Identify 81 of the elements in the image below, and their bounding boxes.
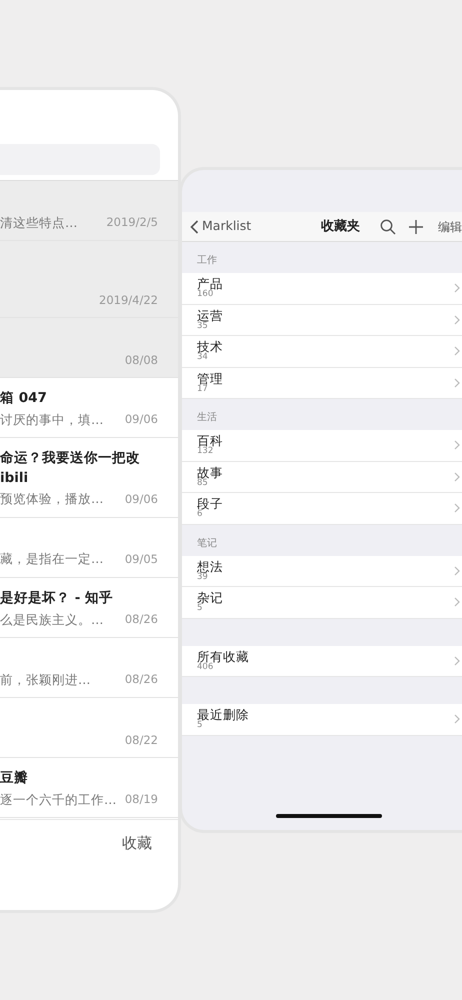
tab-label[interactable]: 收藏 bbox=[122, 832, 152, 854]
article-date: 09/06 bbox=[124, 411, 158, 428]
folder-count: 132 bbox=[197, 447, 214, 456]
article-date: 2019/4/22 bbox=[99, 292, 158, 309]
folder-row[interactable]: 运营 35 bbox=[182, 304, 462, 336]
folder-name: 段子 bbox=[197, 497, 223, 510]
folder-count: 34 bbox=[197, 353, 208, 362]
folder-row[interactable]: 百科 132 bbox=[182, 430, 462, 462]
article-date: 09/06 bbox=[124, 491, 158, 508]
folder-row[interactable]: 杂记 5 bbox=[182, 587, 462, 618]
folder-name: 百科 bbox=[197, 434, 223, 448]
article-date: 08/19 bbox=[124, 791, 158, 808]
chevron-icon bbox=[454, 314, 460, 325]
folder-name: 故事 bbox=[197, 466, 223, 479]
folder-row[interactable]: 产品 160 bbox=[182, 273, 462, 304]
article-summary: 预览体验，播放… bbox=[0, 490, 104, 508]
chevron-icon bbox=[454, 346, 460, 356]
folder-count: 5 bbox=[197, 604, 202, 614]
folder-count: 5 bbox=[197, 721, 202, 730]
back-button[interactable]: Marklist bbox=[190, 217, 252, 236]
folder-count: 6 bbox=[197, 510, 202, 520]
article-date: 09/05 bbox=[124, 551, 158, 568]
article-date: 2019/2/5 bbox=[106, 214, 158, 232]
article-summary: 清这些特点… bbox=[0, 214, 78, 232]
chevron-icon bbox=[454, 714, 460, 724]
article-title: 是好是坏？ - 知乎 bbox=[0, 588, 114, 608]
article-row[interactable]: 清这些特点… 2019/2/5 bbox=[0, 181, 178, 242]
section-header: 工作 bbox=[196, 254, 218, 268]
screen-title: 收藏夹 bbox=[321, 218, 360, 236]
folder-row[interactable]: 最近删除 5 bbox=[182, 704, 462, 736]
folder-name: 管理 bbox=[197, 372, 223, 385]
folder-count: 406 bbox=[197, 662, 214, 672]
chevron-icon bbox=[454, 503, 460, 514]
article-title: 豆瓣 bbox=[0, 769, 29, 788]
article-date: 08/26 bbox=[124, 671, 158, 688]
folder-name: 想法 bbox=[197, 560, 223, 573]
chevron-icon bbox=[454, 440, 460, 450]
article-row[interactable]: 箱 047 讨厌的事中，填… 09/06 bbox=[0, 378, 178, 438]
folder-row[interactable]: 技术 34 bbox=[182, 336, 462, 368]
folder-name: 运营 bbox=[197, 308, 223, 322]
folder-count: 85 bbox=[197, 478, 208, 488]
article-summary: 讨厌的事中，填… bbox=[0, 410, 104, 429]
section-header: 笔记 bbox=[196, 536, 218, 550]
article-row[interactable]: 是好是坏？ - 知乎 么是民族主义。… 08/26 bbox=[0, 578, 178, 638]
article-row[interactable]: 豆瓣 逐一个六千的工作… 08/19 bbox=[0, 758, 178, 818]
chevron-icon bbox=[454, 378, 460, 388]
folder-row[interactable]: 管理 17 bbox=[182, 368, 462, 399]
folder-count: 17 bbox=[197, 384, 208, 394]
folder-count: 35 bbox=[197, 322, 208, 331]
article-title: ibili bbox=[0, 468, 30, 488]
article-row[interactable]: 藏，是指在一定… 09/05 bbox=[0, 518, 178, 578]
section-header: 生活 bbox=[196, 410, 218, 425]
article-summary: 么是民族主义。… bbox=[0, 610, 104, 628]
article-date: 08/22 bbox=[124, 732, 158, 750]
article-title: 命运？我要送你一把改 bbox=[0, 449, 141, 468]
chevron-icon bbox=[454, 656, 460, 666]
folder-row[interactable]: 想法 39 bbox=[182, 556, 462, 587]
article-row[interactable]: 前，张颖刚进… 08/26 bbox=[0, 638, 178, 698]
article-summary: 逐一个六千的工作… bbox=[0, 790, 116, 809]
chevron-icon bbox=[454, 597, 460, 608]
chevron-icon bbox=[454, 472, 460, 482]
folder-count: 160 bbox=[197, 290, 214, 300]
folder-row[interactable]: 段子 6 bbox=[182, 493, 462, 524]
folder-count: 39 bbox=[197, 572, 208, 582]
folder-name: 杂记 bbox=[197, 591, 223, 604]
edit-button[interactable]: 编辑 bbox=[432, 218, 462, 236]
back-chevron-icon bbox=[190, 220, 199, 234]
folder-name: 技术 bbox=[197, 340, 223, 354]
folder-name: 所有收藏 bbox=[197, 650, 249, 663]
folder-name: 最近删除 bbox=[197, 708, 249, 722]
article-date: 08/08 bbox=[124, 352, 158, 370]
article-row[interactable]: 命运？我要送你一把改 ibili 预览体验，播放… 09/06 bbox=[0, 438, 178, 518]
folder-row[interactable]: 所有收藏 406 bbox=[182, 646, 462, 677]
article-summary: 前，张颖刚进… bbox=[0, 670, 90, 689]
article-title: 箱 047 bbox=[0, 389, 48, 408]
chevron-icon bbox=[454, 566, 460, 576]
folder-row[interactable]: 故事 85 bbox=[182, 462, 462, 493]
article-summary: 藏，是指在一定… bbox=[0, 550, 104, 568]
chevron-icon bbox=[454, 283, 460, 294]
article-date: 08/26 bbox=[124, 611, 158, 628]
folder-name: 产品 bbox=[197, 277, 223, 290]
